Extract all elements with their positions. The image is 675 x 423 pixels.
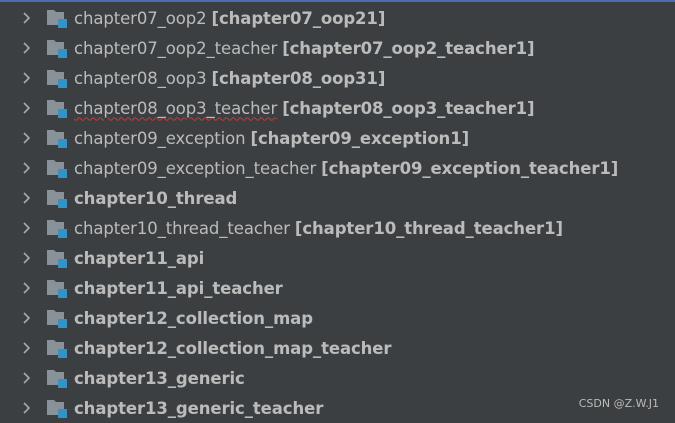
- tree-item[interactable]: chapter07_oop2 [chapter07_oop21]: [0, 3, 675, 33]
- tree-item-module-name: [chapter09_exception_teacher1]: [321, 158, 619, 178]
- tree-item[interactable]: chapter10_thread_teacher [chapter10_threa…: [0, 213, 675, 243]
- tree-item-label: chapter09_exception: [74, 128, 246, 148]
- tree-item-label: chapter10_thread_teacher: [74, 218, 290, 238]
- tree-item[interactable]: chapter13_generic_teacher: [0, 393, 675, 423]
- module-folder-icon: [47, 340, 67, 358]
- module-folder-icon: [47, 130, 67, 148]
- chevron-right-icon[interactable]: [20, 281, 34, 295]
- chevron-right-icon[interactable]: [20, 41, 34, 55]
- tree-item-module-name: [chapter08_oop3_teacher1]: [282, 98, 535, 118]
- chevron-right-icon[interactable]: [20, 311, 34, 325]
- tree-item-module-name: [chapter10_thread_teacher1]: [294, 218, 563, 238]
- chevron-right-icon[interactable]: [20, 251, 34, 265]
- watermark: CSDN @Z.W.J1: [578, 397, 659, 410]
- chevron-right-icon[interactable]: [20, 221, 34, 235]
- tree-item-label: chapter13_generic_teacher: [74, 398, 324, 418]
- chevron-right-icon[interactable]: [20, 191, 34, 205]
- chevron-right-icon[interactable]: [20, 131, 34, 145]
- tree-item[interactable]: chapter10_thread: [0, 183, 675, 213]
- tree-item[interactable]: chapter07_oop2_teacher [chapter07_oop2_te…: [0, 33, 675, 63]
- top-selection-line: [0, 0, 675, 2]
- tree-item[interactable]: chapter11_api: [0, 243, 675, 273]
- chevron-right-icon[interactable]: [20, 161, 34, 175]
- module-folder-icon: [47, 40, 67, 58]
- module-folder-icon: [47, 190, 67, 208]
- chevron-right-icon[interactable]: [20, 371, 34, 385]
- tree-item-module-name: [chapter07_oop21]: [211, 8, 386, 28]
- module-folder-icon: [47, 370, 67, 388]
- tree-item[interactable]: chapter08_oop3 [chapter08_oop31]: [0, 63, 675, 93]
- project-tree: chapter07_oop2 [chapter07_oop21] chapter07…: [0, 3, 675, 423]
- tree-item-label: chapter08_oop3: [74, 68, 207, 88]
- chevron-right-icon[interactable]: [20, 71, 34, 85]
- tree-item-label: chapter12_collection_map: [74, 308, 313, 328]
- tree-item[interactable]: chapter13_generic: [0, 363, 675, 393]
- tree-item-label: chapter11_api_teacher: [74, 278, 283, 298]
- tree-item-label: chapter08_oop3_teacher: [74, 98, 278, 118]
- tree-item[interactable]: chapter12_collection_map_teacher: [0, 333, 675, 363]
- module-folder-icon: [47, 70, 67, 88]
- module-folder-icon: [47, 400, 67, 418]
- tree-item-label: chapter10_thread: [74, 188, 238, 208]
- module-folder-icon: [47, 310, 67, 328]
- tree-item[interactable]: chapter12_collection_map: [0, 303, 675, 333]
- chevron-right-icon[interactable]: [20, 11, 34, 25]
- module-folder-icon: [47, 160, 67, 178]
- module-folder-icon: [47, 100, 67, 118]
- module-folder-icon: [47, 280, 67, 298]
- tree-item-label: chapter09_exception_teacher: [74, 158, 317, 178]
- chevron-right-icon[interactable]: [20, 401, 34, 415]
- tree-item-module-name: [chapter07_oop2_teacher1]: [282, 38, 535, 58]
- tree-item[interactable]: chapter08_oop3_teacher [chapter08_oop3_te…: [0, 93, 675, 123]
- module-folder-icon: [47, 220, 67, 238]
- tree-item[interactable]: chapter09_exception [chapter09_exception1…: [0, 123, 675, 153]
- chevron-right-icon[interactable]: [20, 101, 34, 115]
- tree-item-module-name: [chapter08_oop31]: [211, 68, 386, 88]
- tree-item-label: chapter07_oop2_teacher: [74, 38, 278, 58]
- module-folder-icon: [47, 10, 67, 28]
- tree-item-label: chapter11_api: [74, 248, 205, 268]
- tree-item[interactable]: chapter11_api_teacher: [0, 273, 675, 303]
- tree-item-label: chapter13_generic: [74, 368, 245, 388]
- chevron-right-icon[interactable]: [20, 341, 34, 355]
- tree-item-module-name: [chapter09_exception1]: [250, 128, 470, 148]
- module-folder-icon: [47, 250, 67, 268]
- tree-item[interactable]: chapter09_exception_teacher [chapter09_ex…: [0, 153, 675, 183]
- tree-item-label: chapter12_collection_map_teacher: [74, 338, 392, 358]
- tree-item-label: chapter07_oop2: [74, 8, 207, 28]
